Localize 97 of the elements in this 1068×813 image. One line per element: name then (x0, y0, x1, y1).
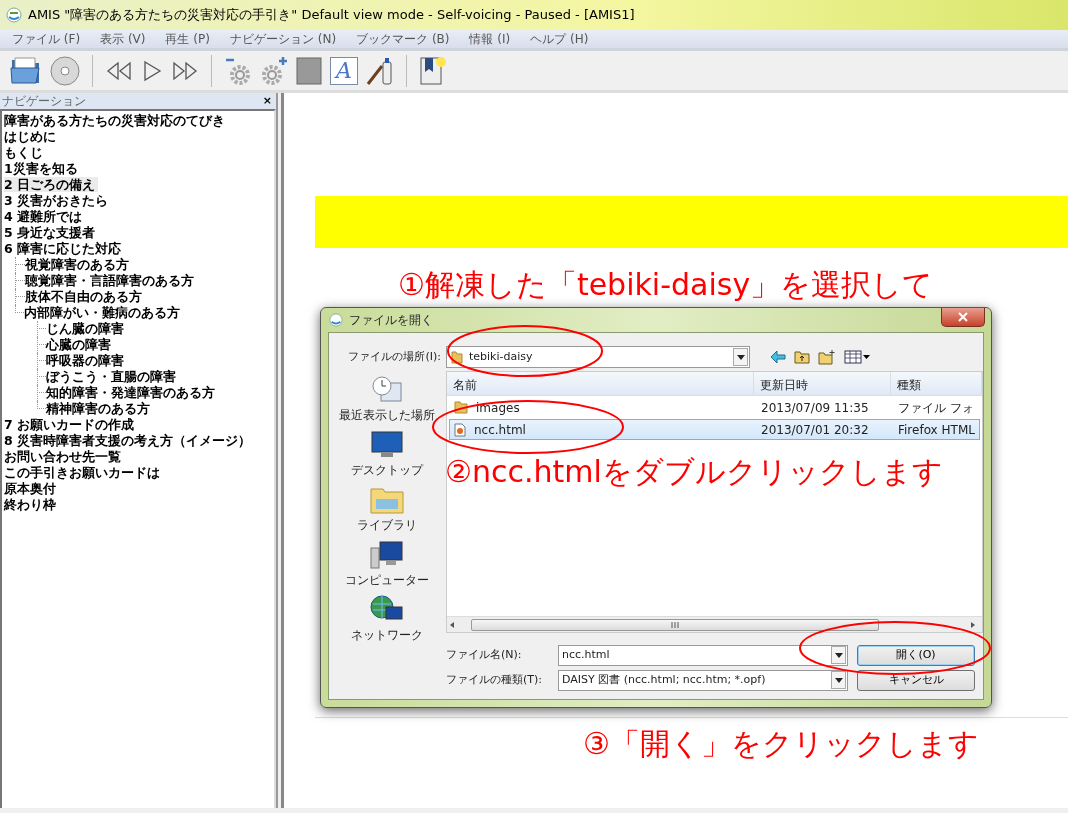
app-icon (6, 7, 22, 23)
disc-icon[interactable] (50, 55, 80, 86)
folder-icon (454, 401, 468, 414)
close-icon (958, 312, 968, 322)
tree-item[interactable]: 4 避難所では (4, 209, 86, 224)
caret-icon[interactable] (834, 652, 843, 658)
pane-title: ナビゲーション (2, 93, 86, 110)
menu-item[interactable]: ファイル (F) (12, 30, 81, 48)
places-item[interactable]: 最近表示した場所 (339, 375, 435, 424)
filename-field[interactable]: ncc.html (558, 644, 848, 666)
places-item[interactable]: ネットワーク (351, 595, 423, 644)
tree-item[interactable]: 原本奥付 (4, 481, 59, 496)
menu-item[interactable]: ナビゲーション (N) (229, 30, 337, 48)
folder-icon[interactable] (10, 55, 42, 86)
place-label: ライブラリ (357, 517, 417, 534)
menu-item[interactable]: 情報 (I) (469, 30, 511, 48)
tree-item[interactable]: 精神障害のある方 (46, 401, 153, 416)
gear-plus-icon[interactable] (260, 55, 288, 86)
tree-item[interactable]: 聴覚障害・言語障害のある方 (25, 273, 197, 288)
file-name: ncc.html (474, 421, 526, 439)
tree-item[interactable]: 呼吸器の障害 (46, 353, 127, 368)
location-label: ファイルの場所(I): (347, 348, 442, 365)
places-item[interactable]: ライブラリ (357, 485, 417, 534)
filetype-label: ファイルの種類(T): (446, 671, 543, 688)
menu-item[interactable]: ブックマーク (B) (356, 30, 450, 48)
tree-item[interactable]: 5 身近な支援者 (4, 225, 99, 240)
close-button[interactable]: × (262, 96, 272, 106)
tree-item[interactable]: 1災害を知る (4, 161, 81, 176)
place-label: コンピューター (345, 572, 429, 589)
font-button[interactable]: A (330, 56, 358, 85)
file-icon (454, 422, 466, 437)
monitor-icon (371, 430, 403, 460)
tree-item[interactable]: 終わり枠 (4, 497, 59, 512)
caret-icon[interactable] (834, 677, 843, 683)
place-label: 最近表示した場所 (339, 407, 435, 424)
new-folder-icon[interactable] (818, 349, 836, 365)
computer-icon (370, 540, 404, 570)
rewind-icon[interactable] (105, 60, 133, 81)
tree-item[interactable]: 視覚障害のある方 (25, 257, 132, 272)
tree-item[interactable]: はじめに (4, 129, 59, 144)
location-dropdown[interactable]: tebiki-daisy (446, 346, 750, 368)
tree-item[interactable]: 内部障がい・難病のある方 (24, 305, 183, 320)
caret-icon[interactable] (736, 354, 745, 360)
close-button[interactable] (941, 308, 985, 327)
up-folder-icon[interactable] (794, 350, 810, 364)
annotation-text: ①解凍した「tebiki-daisy」を選択して (398, 268, 934, 301)
view-menu-icon[interactable] (844, 350, 870, 364)
file-row[interactable]: images 2013/07/09 11:35 ファイル フォ (449, 397, 980, 418)
file-name: images (476, 399, 520, 417)
cancel-button[interactable]: キャンセル (857, 669, 975, 691)
open-button[interactable]: 開く(O) (857, 644, 975, 666)
tree-item[interactable]: 7 お願いカードの作成 (4, 417, 138, 432)
tree-item[interactable]: ぼうこう・直腸の障害 (46, 369, 179, 384)
places-item[interactable]: コンピューター (345, 540, 429, 589)
page-icon[interactable] (296, 56, 322, 85)
modified-date: 2013/07/09 11:35 (760, 399, 870, 417)
tree-item[interactable]: 8 災害時障害者支援の考え方（イメージ） (4, 433, 255, 448)
filetype-dropdown[interactable]: DAISY 図書 (ncc.html; ncc.htm; *.opf) (558, 669, 848, 691)
tree-item[interactable]: じん臓の障害 (46, 321, 127, 336)
place-label: ネットワーク (351, 627, 423, 644)
play-icon[interactable] (141, 59, 163, 82)
menu-item[interactable]: 再生 (P) (165, 30, 210, 48)
tree-item[interactable]: 心臓の障害 (46, 337, 114, 352)
tree-item[interactable]: 知的障害・発達障害のある方 (46, 385, 218, 400)
column-header[interactable]: 名前 (447, 372, 754, 395)
window-title: AMIS "障害のある方たちの災害対応の手引き" Default view mode - Self-voicing - Paused - [AMIS1] (28, 6, 635, 25)
filename-label: ファイル名(N): (446, 646, 523, 663)
file-type: ファイル フォ (897, 399, 975, 417)
back-arrow-icon[interactable] (770, 350, 786, 364)
folder-icon (370, 485, 404, 515)
dialog-title: ファイルを開く (349, 312, 433, 329)
bookmark-icon[interactable] (419, 55, 447, 86)
menu-item[interactable]: ヘルプ (H) (530, 30, 589, 48)
file-type: Firefox HTML (897, 421, 976, 439)
tree-item[interactable]: 肢体不自由のある方 (25, 289, 145, 304)
annotation-text: ③「開く」をクリックします (583, 727, 979, 760)
column-header[interactable]: 種類 (891, 372, 982, 395)
fast-forward-icon[interactable] (171, 60, 199, 81)
scrollbar-thumb[interactable] (471, 618, 879, 631)
app-icon (329, 313, 343, 327)
tree-item[interactable]: もくじ (4, 145, 46, 160)
menu-item[interactable]: 表示 (V) (100, 30, 146, 48)
file-row[interactable]: ncc.html 2013/07/01 20:32 Firefox HTML (449, 419, 980, 440)
tree-item[interactable]: 3 災害がおきたら (4, 193, 112, 208)
tree-item[interactable]: お問い合わせ先一覧 (4, 449, 124, 464)
tree-item[interactable]: 6 障害に応じた対応 (4, 241, 125, 256)
folder-icon (451, 350, 463, 364)
tree-item[interactable]: この手引きお願いカードは (4, 465, 163, 480)
column-header[interactable]: 更新日時 (754, 372, 891, 395)
clock-icon (371, 375, 403, 405)
place-label: デスクトップ (351, 462, 423, 479)
tree-item[interactable]: 障害がある方たちの災害対応のてびき (4, 113, 228, 128)
annotation-text: ②ncc.htmlをダブルクリックします (445, 455, 943, 488)
tree-item[interactable]: 2 日ごろの備え (4, 177, 99, 192)
modified-date: 2013/07/01 20:32 (760, 421, 870, 439)
places-item[interactable]: デスクトップ (351, 430, 423, 479)
paintbrush-icon[interactable] (366, 55, 394, 86)
